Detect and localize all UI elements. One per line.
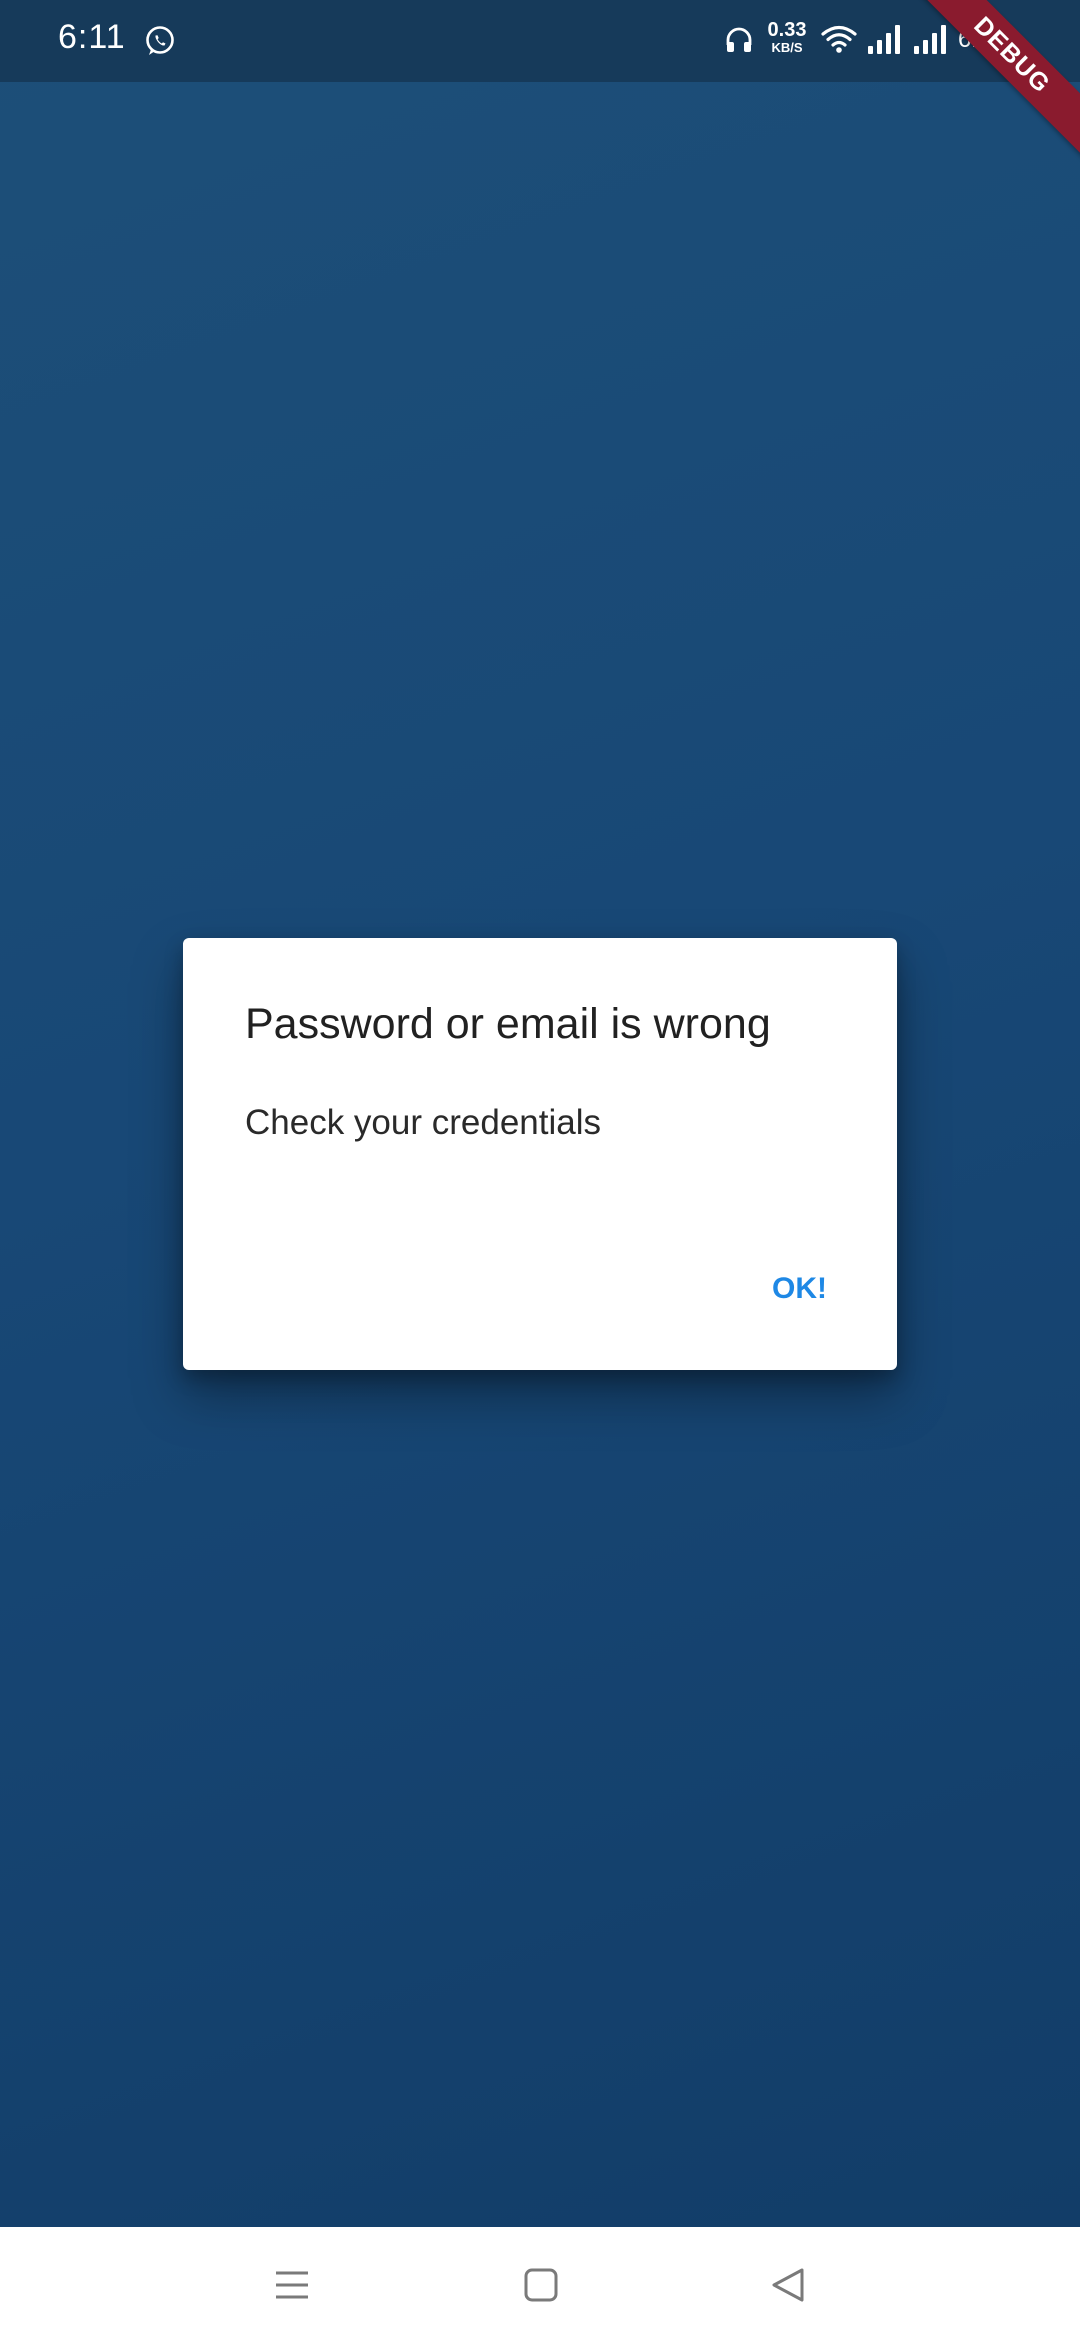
- home-icon[interactable]: [511, 2255, 571, 2315]
- network-speed-value: 0.33: [767, 19, 807, 41]
- dialog-message: Check your credentials: [245, 1103, 601, 1142]
- app-background: 6:11 0.33 KB/S DEBUG Password or email i…: [0, 0, 1080, 2227]
- wifi-icon: [821, 25, 857, 53]
- navigation-bar: [0, 2227, 1080, 2340]
- dialog-title: Password or email is wrong: [245, 1000, 771, 1048]
- status-bar: 6:11 0.33 KB/S: [0, 0, 1080, 82]
- whatsapp-icon: [146, 26, 174, 55]
- alert-dialog: Password or email is wrong Check your cr…: [183, 938, 897, 1370]
- network-speed-unit: KB/S: [771, 40, 803, 55]
- network-speed: 0.33 KB/S: [762, 20, 812, 54]
- menu-icon[interactable]: [262, 2255, 322, 2315]
- headphones-icon: [726, 27, 752, 52]
- ok-button[interactable]: OK!: [764, 1268, 835, 1310]
- signal-icon: [868, 25, 900, 54]
- status-time: 6:11: [58, 18, 126, 56]
- back-icon[interactable]: [758, 2255, 818, 2315]
- signal-icon: [914, 25, 946, 54]
